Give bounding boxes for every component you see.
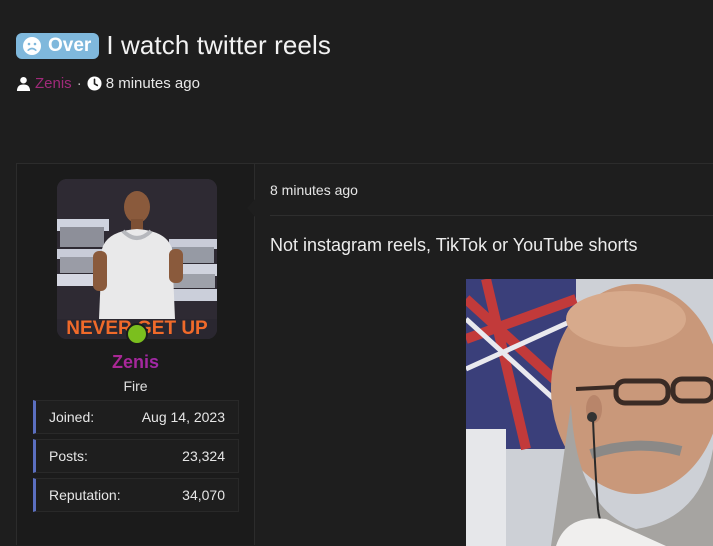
prefix-label: Over [48,34,92,56]
stat-label: Reputation: [49,487,121,503]
user-icon [16,76,31,91]
thread-author-link[interactable]: Zenis [35,75,72,92]
stat-value: 34,070 [182,487,225,503]
stat-label: Posts: [49,448,88,464]
user-stats: Joined: Aug 14, 2023 Posts: 23,324 Reput… [33,400,239,517]
post-image[interactable] [466,279,713,546]
thread-header: Over I watch twitter reels Zenis · 8 min… [16,30,713,92]
thread-title: I watch twitter reels [106,30,331,60]
stat-joined: Joined: Aug 14, 2023 [33,400,239,434]
post-date[interactable]: 8 minutes ago [270,182,358,198]
post-user-pane: NEVER GET UP Zenis Fire Joined: Aug 14, … [17,164,256,545]
clock-icon [87,76,102,91]
meta-separator: · [76,75,82,92]
post-username[interactable]: Zenis [17,352,254,373]
stat-value: 23,324 [182,448,225,464]
stat-value: Aug 14, 2023 [141,409,225,425]
stat-label: Joined: [49,409,95,425]
stat-posts: Posts: 23,324 [33,439,239,473]
prefix-badge[interactable]: Over [16,32,100,59]
frown-face-icon [23,36,41,55]
thread-time[interactable]: 8 minutes ago [106,75,200,92]
post-content: 8 minutes ago Not instagram reels, TikTo… [255,164,713,546]
post: NEVER GET UP Zenis Fire Joined: Aug 14, … [16,163,713,546]
avatar[interactable]: NEVER GET UP [57,179,217,339]
thread-meta: Zenis · 8 minutes ago [16,75,713,92]
post-body-text: Not instagram reels, TikTok or YouTube s… [270,235,638,255]
post-image-graphic [466,279,713,546]
user-title: Fire [123,378,148,394]
thread-title-row: Over I watch twitter reels [16,30,713,61]
stat-reputation: Reputation: 34,070 [33,478,239,512]
online-status-dot [126,323,148,345]
avatar-image: NEVER GET UP [57,179,217,339]
post-divider [270,215,713,216]
